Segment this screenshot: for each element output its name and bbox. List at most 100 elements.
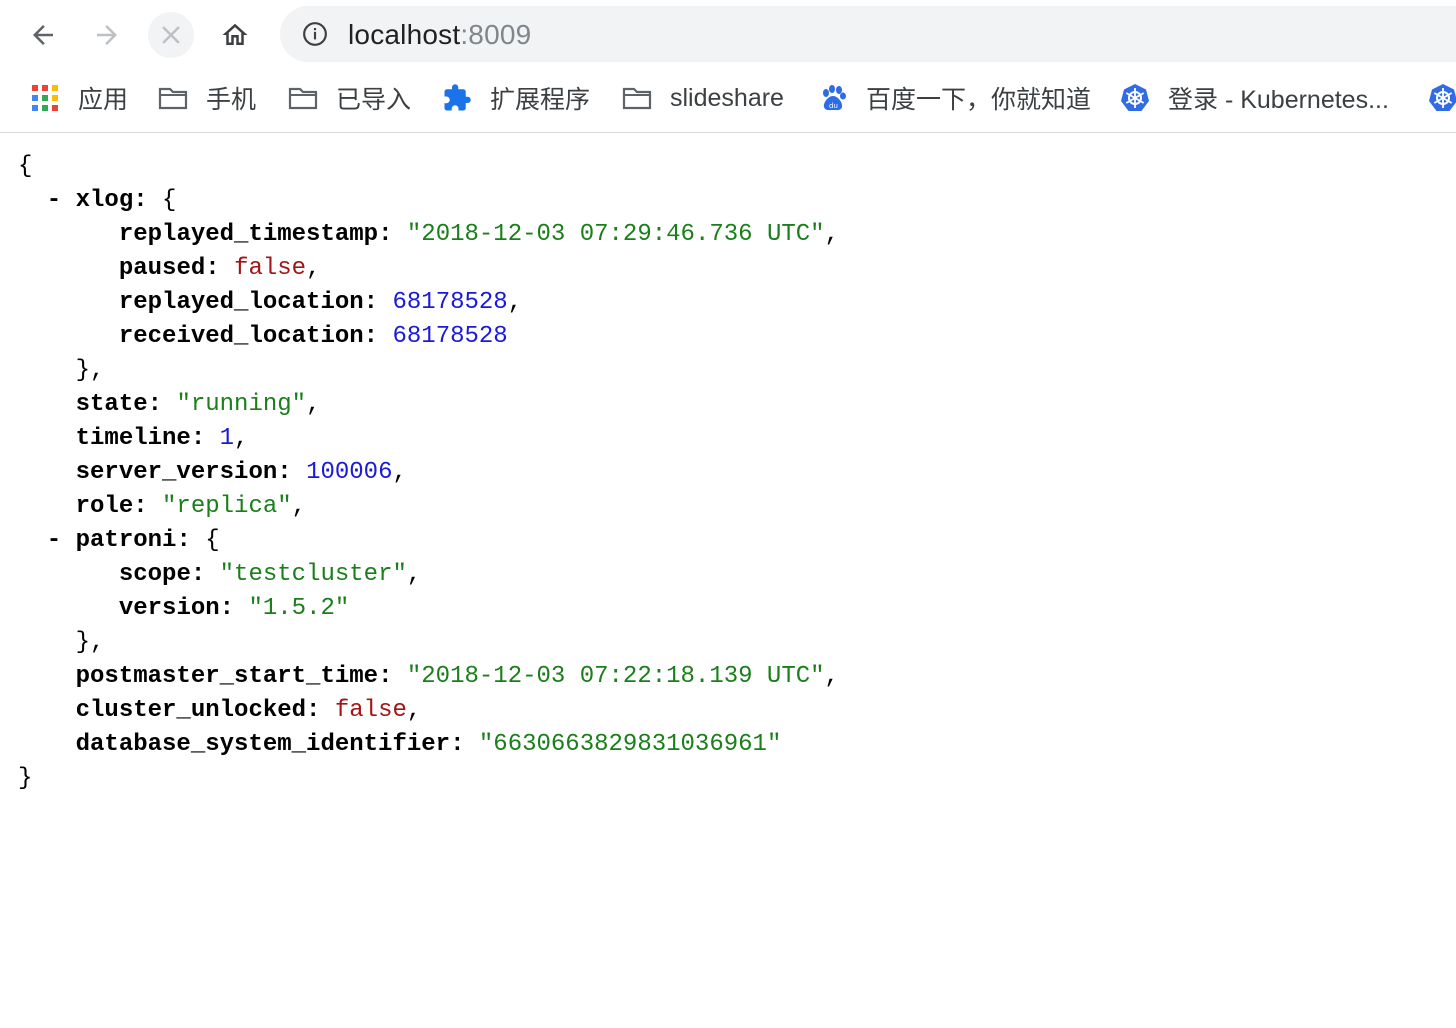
collapse-toggle[interactable]: - [18, 187, 76, 214]
json-colon: : [450, 731, 479, 758]
json-colon: : [378, 221, 407, 248]
json-field-row: timeline: 1, [18, 422, 1438, 456]
json-value: "6630663829831036961" [478, 731, 782, 758]
json-field-row: role: "replica", [18, 490, 1438, 524]
bookmark-label: 百度一下，你就知道 [866, 86, 1092, 114]
bookmark-folder-imported[interactable]: 已导入 [288, 80, 411, 116]
json-value: "testcluster" [219, 561, 407, 588]
json-comma: , [291, 493, 307, 520]
json-value: false [334, 697, 407, 724]
kubernetes-icon [1120, 83, 1150, 113]
json-colon: : [190, 425, 220, 452]
json-key: paused [118, 255, 206, 282]
stop-loading-button[interactable] [148, 12, 194, 58]
home-button[interactable] [212, 12, 258, 58]
json-comma: , [507, 289, 523, 316]
bookmark-label: slideshare [670, 83, 784, 112]
json-comma: , [406, 697, 422, 724]
json-field-row: database_system_identifier: "66306638298… [18, 728, 1438, 762]
json-value: false [234, 255, 307, 282]
json-comma: , [306, 255, 321, 282]
bookmark-label: 手机 [206, 86, 257, 114]
json-value: 68178528 [392, 289, 508, 316]
json-field-row: cluster_unlocked: false, [18, 694, 1438, 728]
json-field-row: replayed_location: 68178528, [18, 286, 1438, 320]
json-field-row: postmaster_start_time: "2018-12-03 07:22… [18, 660, 1438, 694]
bookmarks-bar: 应用 手机 已导入 扩展程序 slideshare du 百度一下，你就知道 登… [0, 68, 1456, 133]
json-object-row-xlog: - xlog: { [18, 187, 177, 214]
bookmark-label: 应用 [78, 86, 129, 114]
json-open-brace: { [18, 153, 33, 180]
bookmark-apps[interactable]: 应用 [30, 80, 128, 116]
bookmark-extensions[interactable]: 扩展程序 [442, 80, 590, 116]
json-colon: : [363, 323, 393, 350]
bookmark-baidu[interactable]: du 百度一下，你就知道 [818, 80, 1091, 116]
json-colon: : [190, 561, 220, 588]
json-key: patroni [75, 527, 177, 554]
json-colon: : [378, 663, 407, 690]
json-value: "1.5.2" [248, 595, 350, 622]
bookmark-folder-phone[interactable]: 手机 [158, 80, 256, 116]
json-colon: : [306, 697, 335, 724]
json-value: 100006 [306, 459, 393, 486]
bookmark-kubernetes-overflow[interactable] [1428, 80, 1456, 116]
bookmark-label: 扩展程序 [490, 86, 591, 114]
folder-icon [288, 83, 318, 113]
back-button[interactable] [20, 12, 66, 58]
json-field-row: paused: false, [18, 252, 1438, 286]
bookmark-folder-slideshare[interactable]: slideshare [622, 80, 784, 116]
json-close-brace-row: }, [18, 357, 105, 384]
svg-text:du: du [829, 102, 838, 110]
json-colon: : [219, 595, 249, 622]
json-key: state [75, 391, 148, 418]
folder-icon [622, 83, 652, 113]
forward-button[interactable] [84, 12, 130, 58]
json-colon: : [277, 459, 307, 486]
json-key: postmaster_start_time [75, 663, 379, 690]
collapse-toggle[interactable]: - [18, 527, 76, 554]
home-icon [222, 23, 248, 45]
baidu-paw-icon: du [818, 83, 848, 113]
json-comma: , [824, 663, 839, 690]
json-object-row-patroni: - patroni: { [18, 527, 220, 554]
json-comma: , [406, 561, 422, 588]
json-value: "running" [176, 391, 307, 418]
json-field-row: replayed_timestamp: "2018-12-03 07:29:46… [18, 218, 1438, 252]
json-key: xlog [75, 187, 134, 214]
bookmark-kubernetes[interactable]: 登录 - Kubernetes... [1120, 80, 1389, 116]
json-colon: : [205, 255, 235, 282]
json-field-row: server_version: 100006, [18, 456, 1438, 490]
json-comma: , [824, 221, 839, 248]
json-viewer: { - xlog: { replayed_timestamp: "2018-12… [18, 150, 1438, 796]
info-icon[interactable] [302, 21, 328, 47]
json-field-row: state: "running", [18, 388, 1438, 422]
json-close-brace-row: }, [18, 629, 105, 656]
json-value: 1 [219, 425, 235, 452]
json-key: replayed_timestamp [118, 221, 379, 248]
bookmark-label: 登录 - Kubernetes... [1168, 86, 1389, 114]
json-key: role [75, 493, 134, 520]
json-key: replayed_location [118, 289, 364, 316]
json-comma: , [306, 391, 321, 418]
json-value: "replica" [162, 493, 292, 520]
kubernetes-icon [1428, 83, 1456, 113]
close-icon [162, 26, 180, 44]
url-host: localhost [348, 19, 461, 50]
json-colon: : [133, 493, 163, 520]
json-comma: , [392, 459, 407, 486]
json-key: server_version [75, 459, 278, 486]
address-bar[interactable]: localhost:8009 [280, 6, 1456, 62]
json-value: 68178528 [392, 323, 508, 350]
arrow-right-icon [97, 25, 117, 45]
puzzle-icon [442, 83, 472, 113]
